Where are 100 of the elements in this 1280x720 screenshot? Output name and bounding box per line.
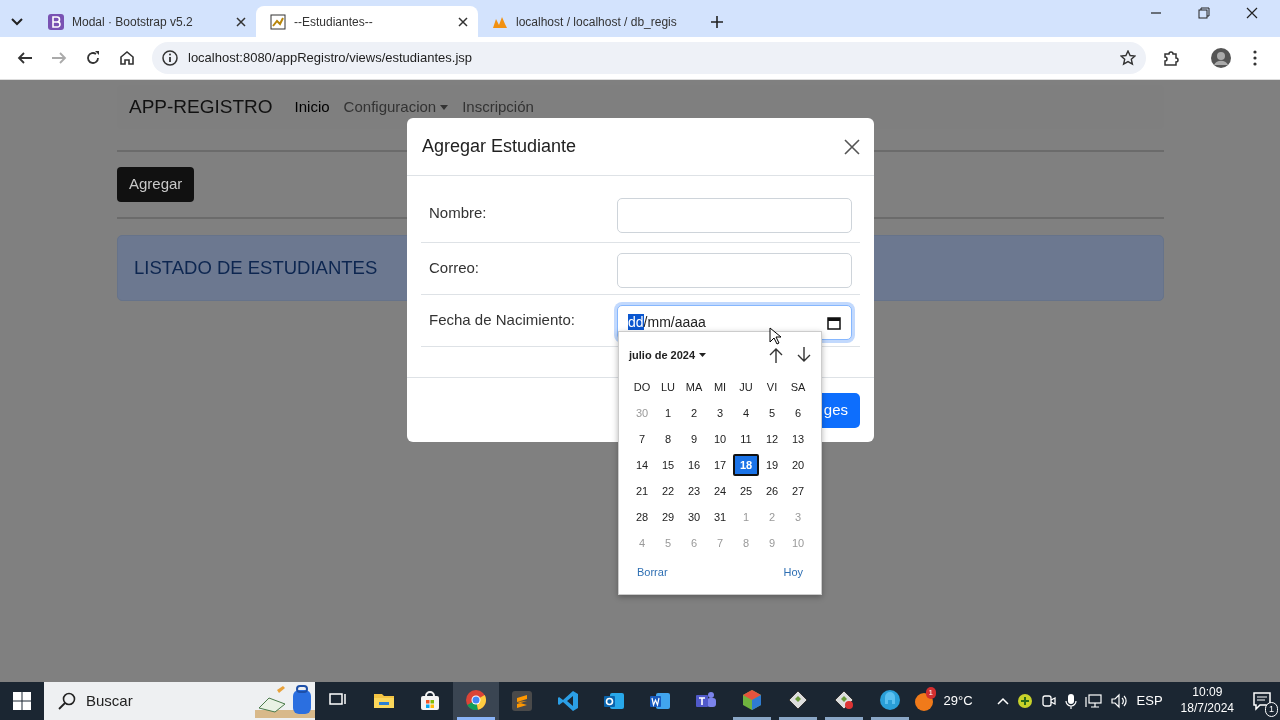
notification-badge: 1 (1265, 701, 1278, 718)
reload-icon[interactable] (85, 50, 101, 66)
calendar-day[interactable]: 17 (707, 454, 733, 476)
browser-tab[interactable]: --Estudiantes-- (256, 6, 478, 37)
language-indicator[interactable]: ESP (1136, 691, 1163, 711)
calendar-icon[interactable] (827, 315, 841, 330)
input-field[interactable] (617, 198, 852, 233)
info-icon[interactable] (162, 50, 178, 66)
vscode-icon[interactable] (557, 690, 579, 712)
puzzle-icon[interactable] (1163, 50, 1179, 66)
cube-icon[interactable] (741, 688, 763, 711)
chevron-up-icon[interactable] (996, 697, 1009, 705)
search-field[interactable]: Buscar (44, 682, 315, 720)
diamond-tool-icon[interactable] (833, 688, 855, 711)
home-icon[interactable] (119, 50, 135, 66)
calendar-day[interactable]: 9 (681, 428, 707, 450)
calendar-day[interactable]: 19 (759, 454, 785, 476)
avatar-icon[interactable] (1211, 48, 1231, 68)
chevron-down-icon[interactable] (11, 17, 23, 26)
search-icon (58, 692, 76, 710)
weekday-label: LU (659, 379, 677, 395)
calendar-day[interactable]: 4 (733, 402, 759, 424)
calendar-day[interactable]: 15 (655, 454, 681, 476)
today-link[interactable]: Hoy (783, 564, 803, 581)
calendar-day[interactable]: 30 (681, 506, 707, 528)
close-icon[interactable] (844, 138, 860, 155)
calendar-day[interactable]: 24 (707, 480, 733, 502)
plus-circle-icon[interactable] (1016, 693, 1033, 709)
calendar-day[interactable]: 1 (655, 402, 681, 424)
windows-start-icon[interactable] (13, 692, 31, 710)
notifications-icon[interactable] (1252, 691, 1272, 712)
calendar-day[interactable]: 25 (733, 480, 759, 502)
month-selector[interactable]: julio de 2024 (629, 346, 707, 364)
close-icon[interactable] (1246, 6, 1258, 19)
caret-icon (699, 353, 707, 357)
arrow-down-icon[interactable] (797, 347, 811, 363)
address-bar[interactable]: localhost:8080/appRegistro/views/estudiantes.jsp (152, 42, 1146, 74)
clock[interactable]: 10:09 18/7/2024 (1180, 685, 1234, 717)
field-label: Correo: (429, 258, 480, 278)
close-icon[interactable] (458, 16, 468, 27)
shopping-bag-icon[interactable] (419, 690, 441, 712)
calendar-day[interactable]: 3 (707, 402, 733, 424)
chrome-icon[interactable] (465, 688, 487, 711)
weekday-label: VI (765, 379, 779, 395)
calendar-day[interactable]: 11 (733, 428, 759, 450)
calendar-day[interactable]: 21 (629, 480, 655, 502)
camera-icon[interactable] (1040, 693, 1057, 709)
clear-link[interactable]: Borrar (637, 564, 668, 581)
microphone-icon[interactable] (1064, 693, 1077, 709)
calendar-day[interactable]: 5 (759, 402, 785, 424)
sublime-icon[interactable] (511, 690, 533, 712)
notification-badge: 1 (925, 687, 936, 699)
brand[interactable]: APP-REGISTRO (129, 92, 273, 122)
close-icon[interactable] (236, 16, 246, 27)
calendar-day[interactable]: 16 (681, 454, 707, 476)
book-and-backpack-drawing (255, 684, 315, 718)
word-icon[interactable] (649, 690, 671, 712)
calendar-day[interactable]: 23 (681, 480, 707, 502)
calendar-day[interactable]: 12 (759, 428, 785, 450)
bootstrap-logo-icon (48, 13, 64, 30)
add-button[interactable]: Agregar (117, 167, 195, 202)
diamond-tool-icon[interactable] (787, 688, 809, 711)
outlook-icon[interactable] (603, 690, 625, 712)
arrow-up-icon[interactable] (769, 347, 783, 363)
calendar-day[interactable]: 2 (681, 402, 707, 424)
browser-tab[interactable]: localhost / localhost / db_regis (478, 6, 700, 37)
calendar-day[interactable]: 18 (733, 454, 759, 476)
calendar-day[interactable]: 27 (785, 480, 811, 502)
calendar-day[interactable]: 20 (785, 454, 811, 476)
calendar-day[interactable]: 28 (629, 506, 655, 528)
calendar-day[interactable]: 14 (629, 454, 655, 476)
restore-icon[interactable] (1198, 6, 1210, 19)
field-label: Fecha de Nacimiento: (429, 310, 575, 330)
calendar-day[interactable]: 26 (759, 480, 785, 502)
calendar-day[interactable]: 31 (707, 506, 733, 528)
chart-favicon-icon (270, 13, 286, 30)
menu-icon[interactable] (1253, 50, 1257, 66)
back-icon[interactable] (17, 50, 33, 66)
taskbar-button[interactable] (453, 682, 499, 720)
caret-icon (440, 104, 449, 110)
network-icon[interactable] (1084, 693, 1103, 709)
star-icon[interactable] (1120, 50, 1136, 66)
weekday-label: DO (632, 379, 652, 395)
weekday-label: MA (684, 379, 704, 395)
modal-title: Agregar Estudiante (422, 135, 577, 158)
browser-tab[interactable]: Modal · Bootstrap v5.2 (34, 6, 256, 37)
field-label: Nombre: (429, 203, 487, 223)
calendar-day[interactable]: 22 (655, 480, 681, 502)
nav-link[interactable]: Inicio (294, 95, 330, 119)
calendar-day[interactable]: 13 (785, 428, 811, 450)
input-field[interactable] (617, 253, 852, 288)
volume-icon[interactable] (1110, 693, 1129, 709)
weekday-label: MI (712, 379, 728, 395)
weekday-label: JU (738, 379, 754, 395)
calendar-day[interactable]: 7 (629, 428, 655, 450)
calendar-day[interactable]: 8 (655, 428, 681, 450)
calendar-day[interactable]: 10 (707, 428, 733, 450)
new-tab-icon[interactable] (711, 15, 723, 28)
page-heading: LISTADO DE ESTUDIANTES (134, 255, 378, 280)
calendar-day[interactable]: 29 (655, 506, 681, 528)
